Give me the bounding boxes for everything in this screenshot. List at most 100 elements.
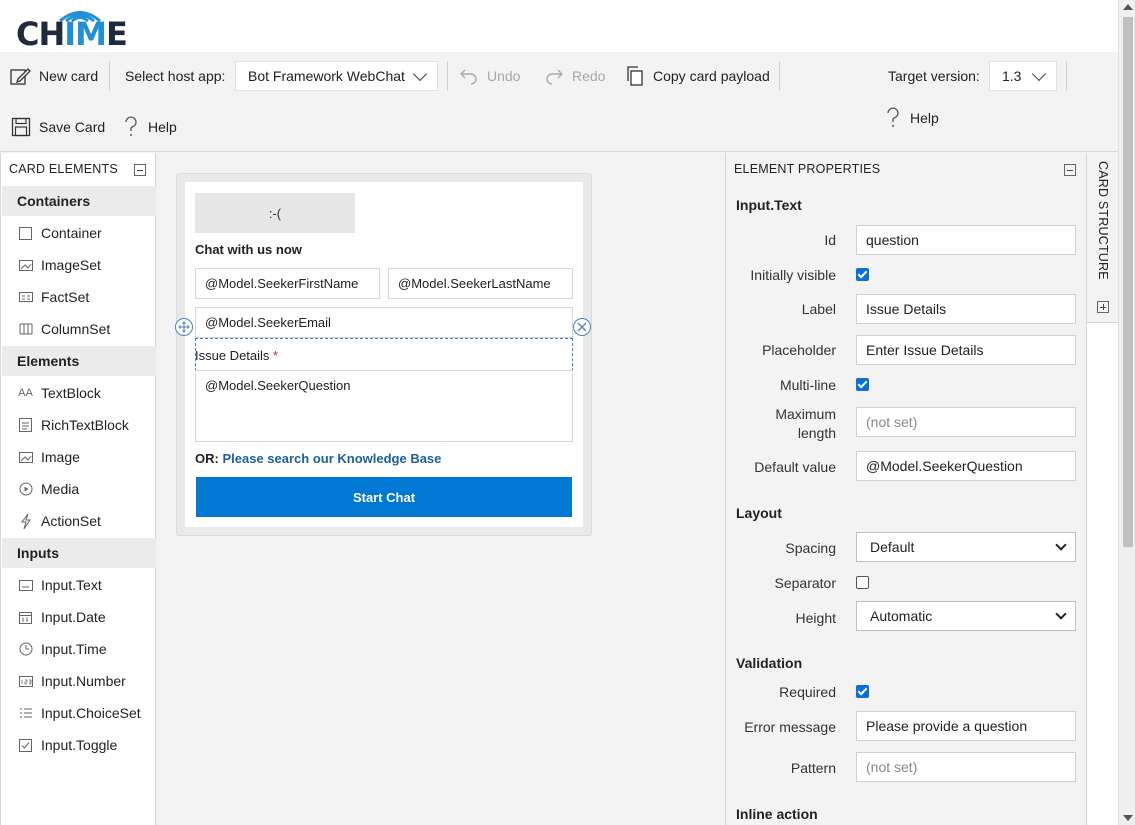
undo-label: Undo [487,68,521,84]
save-icon [11,117,31,137]
element-input-date[interactable]: Input.Date [2,602,156,632]
group-containers: Containers [2,186,156,216]
element-label: Input.Time [41,641,107,657]
richtextblock-icon [18,418,33,433]
element-properties-title: ELEMENT PROPERTIES [734,162,881,176]
element-image[interactable]: Image [2,442,156,472]
textblock-icon: AA [18,387,33,399]
redo-icon [546,69,563,85]
element-actionset[interactable]: ActionSet [2,506,156,536]
new-card-button[interactable]: New card [10,61,98,91]
initially-visible-label: Initially visible [750,267,836,283]
card-image-placeholder[interactable]: :-( [195,193,355,233]
id-label: Id [824,232,836,248]
toolbar: New card Select host app: Bot Framework … [0,52,1118,152]
clock-icon [18,642,33,657]
toolbar-divider [109,61,110,91]
label-field[interactable]: Issue Details [856,294,1076,324]
placeholder-label: Placeholder [762,342,836,358]
default-value-field[interactable]: @Model.SeekerQuestion [856,451,1076,481]
pattern-field[interactable]: (not set) [856,752,1076,782]
element-input-text[interactable]: Input.Text [2,570,156,600]
error-message-field[interactable]: Please provide a question [856,711,1076,741]
card-structure-tab[interactable]: CARD STRUCTURE [1087,153,1119,323]
adaptive-card[interactable]: :-( Chat with us now @Model.SeekerFirstN… [185,182,583,527]
undo-icon [460,69,477,85]
element-factset[interactable]: FactSet [2,282,156,312]
list-icon [18,706,33,721]
email-input[interactable]: @Model.SeekerEmail [195,307,573,338]
redo-label: Redo [572,68,606,84]
element-label: Image [41,449,80,465]
placeholder-field[interactable]: Enter Issue Details [856,335,1076,365]
multiline-label: Multi-line [779,377,836,393]
target-version-value: 1.3 [1002,68,1022,84]
id-field[interactable]: question [856,225,1076,255]
layout-heading: Layout [736,505,782,521]
toolbar-divider [779,61,780,91]
container-icon [18,226,33,241]
scroll-up-arrow-icon[interactable] [1123,4,1133,10]
chevron-down-icon [1055,608,1067,620]
copy-payload-label: Copy card payload [653,68,770,84]
remove-circle-icon[interactable] [573,318,591,336]
question-textarea[interactable]: @Model.SeekerQuestion [195,370,573,442]
element-columnset[interactable]: ColumnSet [2,314,156,344]
group-inputs: Inputs [2,538,156,568]
element-richtextblock[interactable]: RichTextBlock [2,410,156,440]
design-canvas: :-( Chat with us now @Model.SeekerFirstN… [157,153,725,825]
element-textblock[interactable]: AA TextBlock [2,378,156,408]
media-play-icon [18,482,33,497]
element-input-toggle[interactable]: Input.Toggle [2,730,156,760]
element-label: TextBlock [41,385,101,401]
maxlen-label-line1: Maximum [775,406,836,422]
issue-label-text: Issue Details [195,348,270,363]
copy-icon [627,66,643,86]
save-card-button[interactable]: Save Card [11,112,105,142]
initially-visible-checkbox[interactable] [856,268,869,281]
element-imageset[interactable]: ImageSet [2,250,156,280]
start-chat-button[interactable]: Start Chat [196,477,572,517]
card-elements-panel: CARD ELEMENTS Containers Container Image… [0,153,156,825]
toolbar-divider [1066,61,1067,91]
last-name-input[interactable]: @Model.SeekerLastName [388,268,573,299]
element-input-number[interactable]: Input.Number [2,666,156,696]
help-button[interactable]: Help [122,112,177,142]
calendar-icon [18,610,33,625]
input-text-icon [18,578,33,593]
image-icon [18,450,33,465]
pattern-label: Pattern [790,760,836,776]
imageset-icon [18,258,33,273]
page-scrollbar[interactable] [1118,0,1135,825]
collapse-icon[interactable] [1064,164,1076,176]
card-frame: :-( Chat with us now @Model.SeekerFirstN… [175,173,592,536]
scroll-thumb[interactable] [1123,17,1133,547]
number-input-icon [18,674,33,689]
element-container[interactable]: Container [2,218,156,248]
chevron-down-icon [1031,66,1047,81]
element-input-time[interactable]: Input.Time [2,634,156,664]
height-select[interactable]: Automatic [856,601,1076,631]
target-version-dropdown[interactable]: 1.3 [989,61,1057,91]
host-app-dropdown[interactable]: Bot Framework WebChat [235,61,438,91]
knowledge-base-link[interactable]: Please search our Knowledge Base [222,451,441,466]
card-structure-title: CARD STRUCTURE [1096,161,1110,280]
copy-payload-button[interactable]: Copy card payload [625,61,770,91]
default-value-label: Default value [754,459,836,475]
redo-button[interactable]: Redo [544,61,605,91]
spacing-select[interactable]: Default [856,532,1076,562]
separator-checkbox[interactable] [856,576,869,589]
required-checkbox[interactable] [856,685,869,698]
card-title[interactable]: Chat with us now [195,242,302,257]
scroll-down-arrow-icon[interactable] [1123,815,1133,821]
element-input-choiceset[interactable]: Input.ChoiceSet [2,698,156,728]
collapse-icon[interactable] [134,164,146,176]
multiline-checkbox[interactable] [856,378,869,391]
undo-button[interactable]: Undo [459,61,520,91]
move-handle-icon[interactable] [175,318,193,336]
first-name-input[interactable]: @Model.SeekerFirstName [195,268,380,299]
maximum-length-field[interactable]: (not set) [856,407,1076,437]
expand-icon[interactable] [1097,301,1109,313]
element-media[interactable]: Media [2,474,156,504]
help-button-top[interactable]: Help [884,103,939,133]
